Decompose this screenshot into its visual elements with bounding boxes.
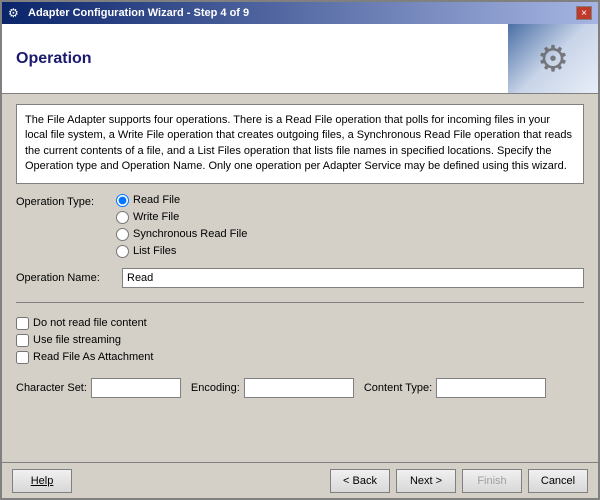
content-type-label: Content Type: [364, 382, 432, 394]
wizard-window: ⚙ Adapter Configuration Wizard - Step 4 … [0, 0, 600, 500]
window-icon: ⚙ [8, 6, 22, 20]
radio-read-file-label: Read File [133, 194, 180, 206]
operation-type-label: Operation Type: [16, 194, 116, 208]
radio-read-file-input[interactable] [116, 194, 129, 207]
title-bar: ⚙ Adapter Configuration Wizard - Step 4 … [2, 2, 598, 24]
checkbox-read-attachment-label: Read File As Attachment [33, 351, 153, 363]
checkbox-section: Do not read file content Use file stream… [16, 317, 584, 364]
checkbox-file-streaming[interactable]: Use file streaming [16, 334, 584, 347]
footer-right: < Back Next > Finish Cancel [330, 469, 588, 493]
character-set-label: Character Set: [16, 382, 87, 394]
window-title: Adapter Configuration Wizard - Step 4 of… [28, 7, 249, 19]
operation-name-row: Operation Name: [16, 268, 584, 288]
checkbox-file-streaming-input[interactable] [16, 334, 29, 347]
page-title: Operation [16, 50, 92, 68]
description-text: The File Adapter supports four operation… [25, 114, 572, 172]
content-area: Operation ⚙ The File Adapter supports fo… [2, 24, 598, 498]
header-section: Operation ⚙ [2, 24, 598, 94]
radio-write-file[interactable]: Write File [116, 211, 247, 224]
close-button[interactable]: × [576, 6, 592, 20]
checkbox-no-read-input[interactable] [16, 317, 29, 330]
radio-group: Operation Type: Read File Write File [16, 194, 584, 258]
character-set-group: Character Set: [16, 378, 181, 398]
character-set-input[interactable] [91, 378, 181, 398]
radio-write-file-input[interactable] [116, 211, 129, 224]
title-bar-left: ⚙ Adapter Configuration Wizard - Step 4 … [8, 6, 249, 20]
content-type-group: Content Type: [364, 378, 546, 398]
checkbox-no-read[interactable]: Do not read file content [16, 317, 584, 330]
header-image: ⚙ [508, 24, 598, 93]
checkbox-file-streaming-label: Use file streaming [33, 334, 121, 346]
operation-name-label: Operation Name: [16, 272, 116, 284]
checkbox-read-attachment-input[interactable] [16, 351, 29, 364]
radio-list-files[interactable]: List Files [116, 245, 247, 258]
operation-name-input[interactable] [122, 268, 584, 288]
encoding-row: Character Set: Encoding: Content Type: [16, 378, 584, 398]
radio-read-file[interactable]: Read File [116, 194, 247, 207]
back-button[interactable]: < Back [330, 469, 390, 493]
header-text-area: Operation [2, 24, 508, 93]
help-button[interactable]: Help [12, 469, 72, 493]
radio-list-files-label: List Files [133, 245, 176, 257]
footer: Help < Back Next > Finish Cancel [2, 462, 598, 498]
encoding-label: Encoding: [191, 382, 240, 394]
content-type-input[interactable] [436, 378, 546, 398]
operation-type-section: Operation Type: Read File Write File [16, 194, 584, 258]
cancel-button[interactable]: Cancel [528, 469, 588, 493]
finish-button[interactable]: Finish [462, 469, 522, 493]
radio-sync-read-file-input[interactable] [116, 228, 129, 241]
encoding-group: Encoding: [191, 378, 354, 398]
divider-1 [16, 302, 584, 303]
footer-left: Help [12, 469, 330, 493]
radio-options: Read File Write File Synchronous Read Fi… [116, 194, 247, 258]
radio-sync-read-file[interactable]: Synchronous Read File [116, 228, 247, 241]
checkbox-no-read-label: Do not read file content [33, 317, 147, 329]
encoding-input[interactable] [244, 378, 354, 398]
radio-list-files-input[interactable] [116, 245, 129, 258]
radio-write-file-label: Write File [133, 211, 179, 223]
checkbox-read-attachment[interactable]: Read File As Attachment [16, 351, 584, 364]
radio-sync-read-file-label: Synchronous Read File [133, 228, 247, 240]
description-box: The File Adapter supports four operation… [16, 104, 584, 184]
main-body: The File Adapter supports four operation… [2, 94, 598, 462]
gear-icon: ⚙ [537, 38, 569, 80]
next-button[interactable]: Next > [396, 469, 456, 493]
